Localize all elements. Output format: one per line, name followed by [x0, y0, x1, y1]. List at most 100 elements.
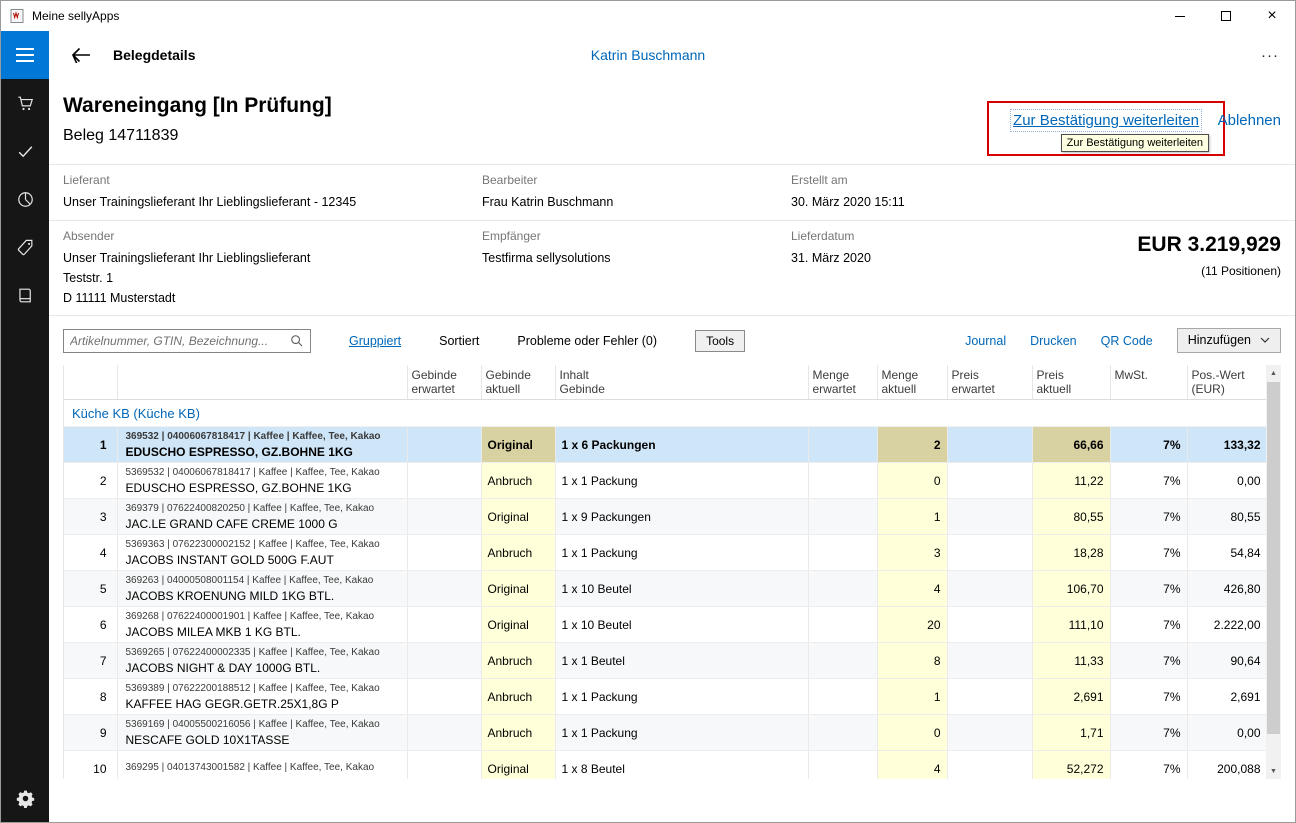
minimize-button[interactable]: [1157, 1, 1203, 31]
inhalt-gebinde-cell: 1 x 1 Beutel: [555, 643, 808, 679]
inhalt-gebinde-cell: 1 x 1 Packung: [555, 463, 808, 499]
user-name[interactable]: Katrin Buschmann: [591, 47, 705, 63]
preis-aktuell-cell[interactable]: 2,691: [1032, 679, 1110, 715]
preis-erwartet-cell: [947, 535, 1032, 571]
details-row-2: Absender Unser Trainingslieferant Ihr Li…: [49, 220, 1295, 315]
inhalt-gebinde-cell: 1 x 8 Beutel: [555, 751, 808, 779]
menge-aktuell-cell[interactable]: 4: [877, 751, 947, 779]
group-header-row[interactable]: Küche KB (Küche KB): [64, 400, 1266, 427]
gebinde-aktuell-cell[interactable]: Anbruch: [481, 643, 555, 679]
preis-aktuell-cell[interactable]: 111,10: [1032, 607, 1110, 643]
menge-aktuell-cell[interactable]: 8: [877, 643, 947, 679]
article-name: JACOBS NIGHT & DAY 1000G BTL.: [126, 661, 401, 675]
sidebar-item-promotions[interactable]: [1, 223, 49, 271]
col-header-preis-aktuell: Preisaktuell: [1032, 365, 1110, 400]
position-row[interactable]: 10 369295 | 04013743001582 | Kaffee | Ka…: [64, 751, 1266, 779]
sidebar-item-cart[interactable]: [1, 79, 49, 127]
menge-aktuell-cell[interactable]: 0: [877, 715, 947, 751]
sorted-toggle[interactable]: Sortiert: [439, 334, 479, 348]
position-row[interactable]: 9 5369169 | 04005500216056 | Kaffee | Ka…: [64, 715, 1266, 751]
more-options-button[interactable]: ···: [1261, 47, 1279, 64]
gebinde-erwartet-cell: [407, 571, 481, 607]
gebinde-aktuell-cell[interactable]: Anbruch: [481, 535, 555, 571]
journal-link[interactable]: Journal: [965, 334, 1006, 348]
add-button[interactable]: Hinzufügen: [1177, 328, 1281, 353]
gebinde-aktuell-cell[interactable]: Original: [481, 427, 555, 463]
sidebar-item-statistics[interactable]: [1, 175, 49, 223]
scroll-down-arrow[interactable]: ▼: [1266, 763, 1281, 779]
preis-erwartet-cell: [947, 499, 1032, 535]
tools-button[interactable]: Tools: [695, 330, 745, 352]
article-meta: 369379 | 07622400820250 | Kaffee | Kaffe…: [126, 503, 401, 516]
menge-aktuell-cell[interactable]: 3: [877, 535, 947, 571]
search-input[interactable]: [70, 334, 290, 348]
position-row[interactable]: 2 5369532 | 04006067818417 | Kaffee | Ka…: [64, 463, 1266, 499]
maximize-button[interactable]: [1203, 1, 1249, 31]
menge-aktuell-cell[interactable]: 1: [877, 499, 947, 535]
close-button[interactable]: ×: [1249, 1, 1295, 31]
qr-code-link[interactable]: QR Code: [1101, 334, 1153, 348]
position-row[interactable]: 6 369268 | 07622400001901 | Kaffee | Kaf…: [64, 607, 1266, 643]
hamburger-menu-button[interactable]: [1, 31, 49, 79]
mwst-cell: 7%: [1110, 571, 1187, 607]
position-row[interactable]: 3 369379 | 07622400820250 | Kaffee | Kaf…: [64, 499, 1266, 535]
gebinde-aktuell-cell[interactable]: Anbruch: [481, 679, 555, 715]
mwst-cell: 7%: [1110, 427, 1187, 463]
pos-wert-cell: 2.222,00: [1187, 607, 1266, 643]
grouped-toggle[interactable]: Gruppiert: [349, 334, 401, 348]
pos-wert-cell: 200,088: [1187, 751, 1266, 779]
menge-aktuell-cell[interactable]: 2: [877, 427, 947, 463]
sidebar-item-settings[interactable]: [1, 774, 49, 822]
col-header-article: [117, 365, 407, 400]
preis-aktuell-cell[interactable]: 66,66: [1032, 427, 1110, 463]
position-row[interactable]: 4 5369363 | 07622300002152 | Kaffee | Ka…: [64, 535, 1266, 571]
menge-aktuell-cell[interactable]: 20: [877, 607, 947, 643]
menge-aktuell-cell[interactable]: 0: [877, 463, 947, 499]
gebinde-aktuell-cell[interactable]: Anbruch: [481, 463, 555, 499]
nav-bar: Belegdetails Katrin Buschmann ···: [1, 31, 1295, 79]
back-button[interactable]: [71, 47, 91, 63]
preis-aktuell-cell[interactable]: 52,272: [1032, 751, 1110, 779]
scroll-up-arrow[interactable]: ▲: [1266, 365, 1281, 381]
menge-erwartet-cell: [808, 463, 877, 499]
position-row[interactable]: 8 5369389 | 07622200188512 | Kaffee | Ka…: [64, 679, 1266, 715]
position-number-cell: 9: [64, 715, 117, 751]
reject-link[interactable]: Ablehnen: [1218, 112, 1281, 129]
menge-aktuell-cell[interactable]: 1: [877, 679, 947, 715]
positions-grid: Gebindeerwartet Gebindeaktuell InhaltGeb…: [63, 365, 1281, 779]
pos-wert-cell: 2,691: [1187, 679, 1266, 715]
preis-aktuell-cell[interactable]: 80,55: [1032, 499, 1110, 535]
article-cell: 369268 | 07622400001901 | Kaffee | Kaffe…: [117, 607, 407, 643]
col-header-inhalt-gebinde: InhaltGebinde: [555, 365, 808, 400]
gebinde-aktuell-cell[interactable]: Original: [481, 751, 555, 779]
sidebar-item-tasks[interactable]: [1, 127, 49, 175]
preis-aktuell-cell[interactable]: 1,71: [1032, 715, 1110, 751]
menge-aktuell-cell[interactable]: 4: [877, 571, 947, 607]
gebinde-aktuell-cell[interactable]: Original: [481, 499, 555, 535]
article-meta: 369263 | 04000508001154 | Kaffee | Kaffe…: [126, 575, 401, 588]
sidebar-item-catalog[interactable]: [1, 271, 49, 319]
preis-aktuell-cell[interactable]: 18,28: [1032, 535, 1110, 571]
menge-erwartet-cell: [808, 643, 877, 679]
gebinde-aktuell-cell[interactable]: Original: [481, 607, 555, 643]
article-name: JACOBS KROENUNG MILD 1KG BTL.: [126, 589, 401, 603]
preis-aktuell-cell[interactable]: 11,33: [1032, 643, 1110, 679]
preis-aktuell-cell[interactable]: 106,70: [1032, 571, 1110, 607]
position-number-cell: 7: [64, 643, 117, 679]
scrollbar-thumb[interactable]: [1267, 382, 1280, 734]
position-row[interactable]: 7 5369265 | 07622400002335 | Kaffee | Ka…: [64, 643, 1266, 679]
vertical-scrollbar[interactable]: ▲ ▼: [1266, 365, 1281, 779]
position-row[interactable]: 1 369532 | 04006067818417 | Kaffee | Kaf…: [64, 427, 1266, 463]
search-icon[interactable]: [290, 334, 304, 348]
gebinde-aktuell-cell[interactable]: Anbruch: [481, 715, 555, 751]
position-row[interactable]: 5 369263 | 04000508001154 | Kaffee | Kaf…: [64, 571, 1266, 607]
preis-erwartet-cell: [947, 427, 1032, 463]
inhalt-gebinde-cell: 1 x 1 Packung: [555, 535, 808, 571]
problems-filter[interactable]: Probleme oder Fehler (0): [517, 334, 657, 348]
preis-aktuell-cell[interactable]: 11,22: [1032, 463, 1110, 499]
print-link[interactable]: Drucken: [1030, 334, 1077, 348]
article-name: JAC.LE GRAND CAFE CREME 1000 G: [126, 517, 401, 531]
forward-for-approval-link[interactable]: Zur Bestätigung weiterleiten: [1013, 112, 1199, 129]
position-number-cell: 2: [64, 463, 117, 499]
gebinde-aktuell-cell[interactable]: Original: [481, 571, 555, 607]
